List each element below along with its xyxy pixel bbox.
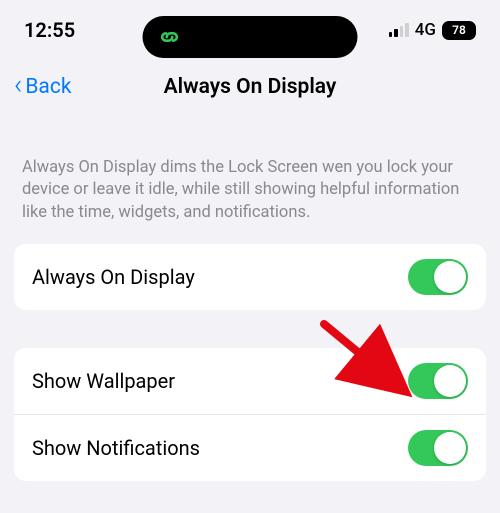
signal-bars-icon <box>389 23 409 37</box>
page-title: Always On Display <box>164 75 337 99</box>
status-bar: 12:55 4G 78 <box>0 0 500 56</box>
row-always-on-display[interactable]: Always On Display <box>14 244 486 310</box>
link-icon <box>157 24 183 50</box>
row-label: Show Notifications <box>32 436 200 460</box>
toggle-knob <box>434 432 466 464</box>
row-label: Always On Display <box>32 265 195 289</box>
back-button[interactable]: ‹ Back <box>14 74 72 99</box>
toggle-always-on-display[interactable] <box>408 259 468 295</box>
nav-bar: ‹ Back Always On Display <box>0 56 500 115</box>
section-options: Show Wallpaper Show Notifications <box>14 348 486 481</box>
toggle-knob <box>434 365 466 397</box>
row-show-notifications[interactable]: Show Notifications <box>14 414 486 481</box>
section-description: Always On Display dims the Lock Screen w… <box>0 115 500 244</box>
toggle-show-wallpaper[interactable] <box>408 363 468 399</box>
battery-icon: 78 <box>442 21 476 40</box>
toggle-show-notifications[interactable] <box>408 430 468 466</box>
chevron-left-icon: ‹ <box>14 71 22 99</box>
toggle-knob <box>434 261 466 293</box>
battery-percent: 78 <box>452 23 466 37</box>
row-label: Show Wallpaper <box>32 369 175 393</box>
dynamic-island[interactable] <box>143 16 358 58</box>
status-right: 4G 78 <box>389 20 476 40</box>
status-time: 12:55 <box>24 18 75 42</box>
row-show-wallpaper[interactable]: Show Wallpaper <box>14 348 486 414</box>
network-type: 4G <box>415 20 436 40</box>
section-main: Always On Display <box>14 244 486 310</box>
back-label: Back <box>25 75 71 99</box>
